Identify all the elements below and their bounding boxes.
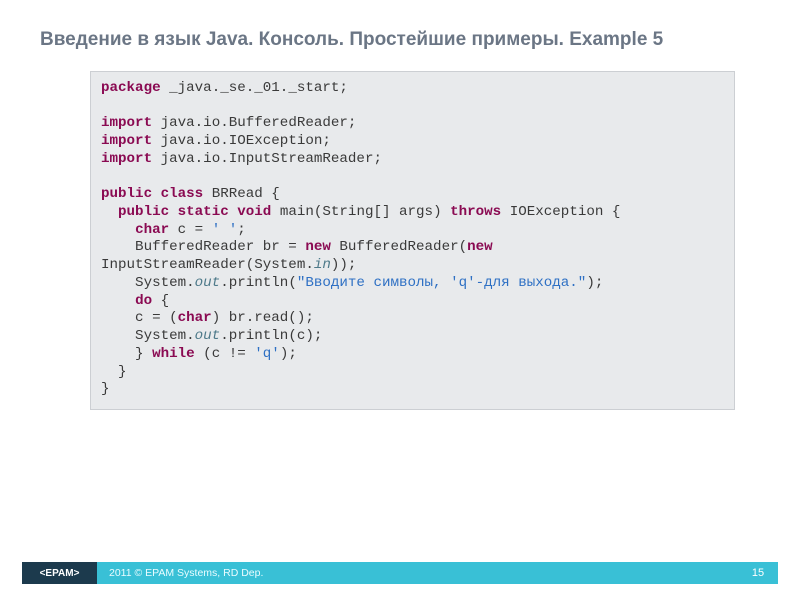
code-text: main(String[] args) [271, 204, 450, 220]
code-text: (c != [195, 346, 255, 362]
code-text: BufferedReader br = [101, 239, 305, 255]
page-number: 15 [738, 562, 778, 584]
code-block: package _java._se._01._start; import jav… [90, 71, 735, 411]
code-keyword: public [118, 204, 169, 220]
epam-logo: <EPAM> [22, 562, 97, 584]
code-field: out [195, 328, 221, 344]
footer-bar: <EPAM> 2011 © EPAM Systems, RD Dep. 15 [22, 562, 778, 584]
code-keyword: new [305, 239, 331, 255]
code-text: ; [237, 222, 246, 238]
code-text: IOException { [501, 204, 620, 220]
code-keyword: class [161, 186, 204, 202]
code-text: ); [280, 346, 297, 362]
code-text: InputStreamReader(System. [101, 257, 314, 273]
code-text: ) br.read(); [212, 310, 314, 326]
code-text: )); [331, 257, 357, 273]
code-text: } [101, 364, 127, 380]
code-field: out [195, 275, 221, 291]
code-text: c = [169, 222, 212, 238]
code-keyword: new [467, 239, 493, 255]
code-keyword: char [135, 222, 169, 238]
code-text: System. [101, 328, 195, 344]
code-text: } [101, 346, 152, 362]
code-text: System. [101, 275, 195, 291]
epam-logo-text: <EPAM> [40, 568, 80, 579]
slide: Введение в язык Java. Консоль. Простейши… [0, 0, 800, 600]
code-text: } [101, 381, 110, 397]
code-text: java.io.IOException; [152, 133, 331, 149]
code-text: .println(c); [220, 328, 322, 344]
code-text: BRRead { [203, 186, 280, 202]
code-keyword: char [178, 310, 212, 326]
code-char: 'q' [254, 346, 280, 362]
code-keyword: import [101, 133, 152, 149]
code-text: ); [586, 275, 603, 291]
code-text: .println( [220, 275, 297, 291]
code-keyword: while [152, 346, 195, 362]
code-keyword: public [101, 186, 152, 202]
code-text: c = ( [101, 310, 178, 326]
code-keyword: do [135, 293, 152, 309]
code-keyword: import [101, 115, 152, 131]
code-string: "Вводите символы, 'q'-для выхода." [297, 275, 586, 291]
code-keyword: void [237, 204, 271, 220]
code-text: java.io.BufferedReader; [152, 115, 356, 131]
code-keyword: static [178, 204, 229, 220]
code-text: { [152, 293, 169, 309]
code-field: in [314, 257, 331, 273]
code-text: java.io.InputStreamReader; [152, 151, 382, 167]
code-keyword: package [101, 80, 161, 96]
code-keyword: throws [450, 204, 501, 220]
slide-title: Введение в язык Java. Консоль. Простейши… [0, 0, 800, 53]
code-keyword: import [101, 151, 152, 167]
footer-copyright: 2011 © EPAM Systems, RD Dep. [97, 562, 738, 584]
code-text: _java._se._01._start; [161, 80, 348, 96]
code-text: BufferedReader( [331, 239, 467, 255]
code-char: ' ' [212, 222, 238, 238]
